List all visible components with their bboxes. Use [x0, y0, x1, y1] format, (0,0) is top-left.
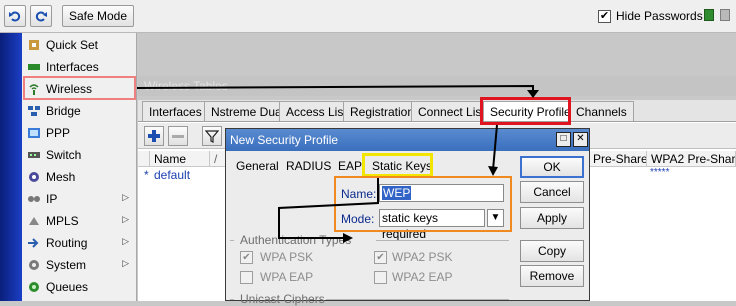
annotation-arrows	[136, 84, 539, 243]
arrow-static-keys-to-fields	[278, 178, 379, 239]
arrow-head-icon	[527, 90, 539, 98]
arrow-profiles-to-static-keys	[492, 124, 498, 171]
arrow-head-icon	[488, 166, 498, 176]
arrow-wireless-to-security-profiles	[136, 84, 534, 94]
arrow-head-icon	[343, 233, 353, 243]
